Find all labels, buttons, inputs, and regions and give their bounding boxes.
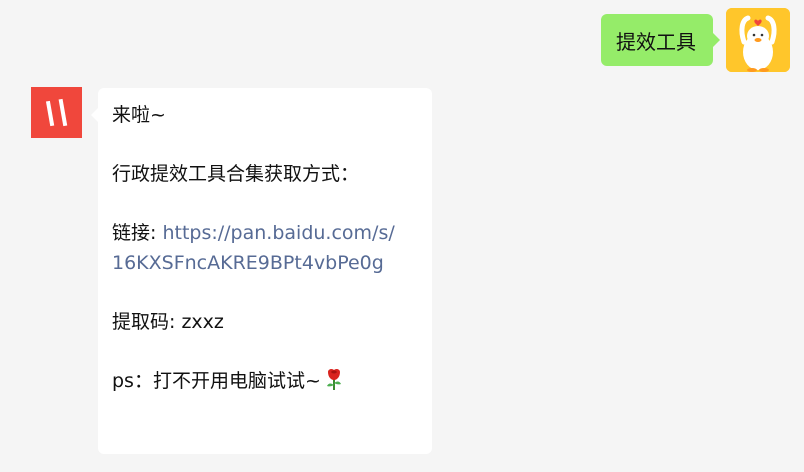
- greeting-text: 来啦~: [112, 104, 166, 126]
- ps-line: ps：打不开用电脑试试~: [112, 366, 418, 400]
- user-avatar[interactable]: [726, 8, 790, 72]
- logo-icon: [31, 87, 82, 138]
- user-message-bubble[interactable]: 提效工具: [601, 14, 720, 66]
- code-value: zxxz: [181, 311, 224, 333]
- download-link-part2[interactable]: 16KXSFncAKRE9BPt4vbPe0g: [112, 248, 418, 278]
- user-message-text: 提效工具: [616, 29, 696, 54]
- bot-message-bubble[interactable]: 来啦~ 行政提效工具合集获取方式： 链接: https://pan.baidu.…: [91, 88, 432, 454]
- link-label: 链接:: [112, 222, 163, 244]
- download-link-part1[interactable]: https://pan.baidu.com/s/: [162, 222, 394, 244]
- bot-avatar[interactable]: [31, 87, 82, 138]
- link-line: 链接: https://pan.baidu.com/s/: [112, 218, 418, 248]
- ps-text: ps：打不开用电脑试试~: [112, 370, 321, 392]
- code-label: 提取码:: [112, 311, 182, 333]
- duck-avatar-icon: [726, 8, 790, 72]
- intro-text: 行政提效工具合集获取方式：: [112, 163, 360, 185]
- rose-icon: [324, 367, 344, 400]
- extraction-code-line: 提取码: zxxz: [112, 307, 418, 337]
